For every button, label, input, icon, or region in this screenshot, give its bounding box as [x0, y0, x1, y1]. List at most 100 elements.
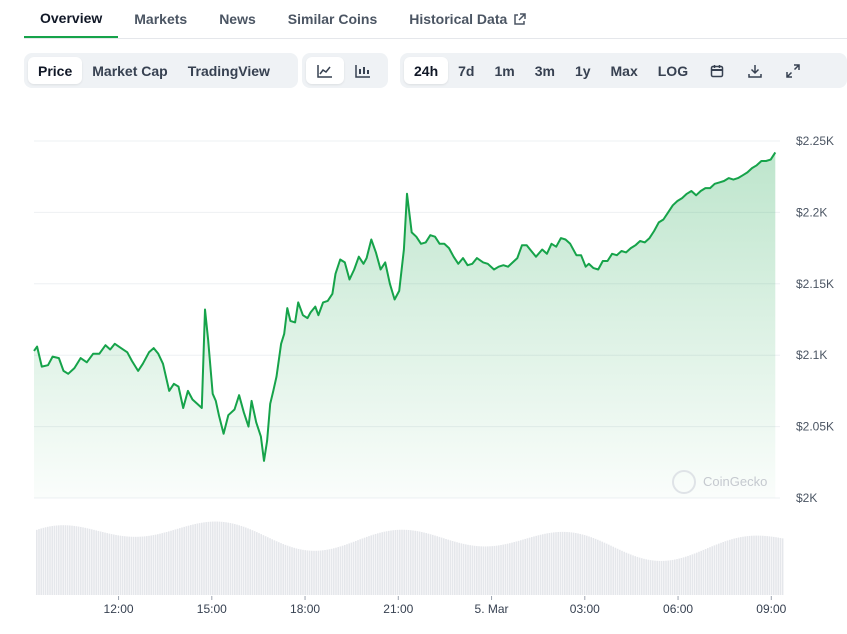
range-max-button[interactable]: Max — [601, 57, 648, 84]
volume-bar — [185, 526, 188, 595]
volume-bar — [735, 538, 738, 595]
volume-bar — [141, 536, 144, 595]
y-axis: $2K $2.05K $2.1K $2.15K $2.2K $2.25K — [796, 134, 834, 505]
volume-bar — [610, 545, 612, 595]
tab-similar-coins[interactable]: Similar Coins — [272, 0, 393, 38]
price-chart[interactable]: $2K $2.05K $2.1K $2.15K $2.2K $2.25K 12:00 15:… — [0, 100, 847, 634]
range-1m-button[interactable]: 1m — [484, 57, 524, 84]
volume-bar — [495, 545, 498, 595]
x-tick-label: 15:00 — [197, 602, 227, 616]
volume-bar — [55, 525, 58, 595]
volume-bar — [416, 531, 419, 595]
x-tick-label: 12:00 — [104, 602, 134, 616]
volume-bar — [579, 533, 581, 595]
volume-bar — [80, 526, 82, 595]
range-1y-button[interactable]: 1y — [565, 57, 601, 84]
volume-bar — [438, 536, 441, 595]
volume-bar — [535, 535, 537, 595]
volume-bar — [44, 527, 47, 595]
volume-bar — [190, 525, 192, 595]
volume-bar — [38, 529, 40, 595]
candlestick-chart-button[interactable] — [344, 57, 382, 84]
volume-bar — [245, 527, 247, 595]
volume-bar — [291, 547, 293, 595]
volume-bar — [687, 555, 689, 595]
volume-bar — [768, 536, 771, 595]
volume-bar — [77, 526, 80, 595]
price-button[interactable]: Price — [28, 57, 83, 84]
line-chart-button[interactable] — [306, 57, 344, 84]
tab-historical-data[interactable]: Historical Data — [393, 0, 542, 38]
volume-bar — [559, 531, 562, 595]
volume-bar — [570, 532, 573, 595]
volume-bar — [304, 550, 306, 595]
volume-bar — [531, 537, 533, 595]
volume-bar — [592, 538, 595, 595]
x-tick-label: 03:00 — [570, 602, 600, 616]
volume-bar — [377, 533, 379, 595]
volume-bar — [231, 523, 234, 595]
volume-bar — [469, 545, 471, 595]
volume-bar — [513, 542, 515, 595]
volume-bar — [306, 550, 309, 595]
volume-bar — [526, 538, 529, 595]
volume-bar — [759, 535, 762, 595]
volume-bar — [561, 531, 564, 595]
volume-bar — [308, 550, 311, 595]
volume-bar — [594, 538, 597, 595]
download-icon — [748, 64, 762, 78]
volume-bar — [205, 522, 207, 595]
volume-bar — [564, 531, 566, 595]
volume-bar — [773, 536, 775, 595]
volume-bar — [454, 541, 456, 595]
y-tick-label: $2.05K — [796, 420, 834, 434]
volume-bar — [102, 532, 104, 595]
volume-bar — [264, 536, 267, 595]
range-7d-button[interactable]: 7d — [448, 57, 484, 84]
market-cap-button[interactable]: Market Cap — [82, 57, 177, 84]
volume-bar — [482, 546, 485, 595]
volume-bar — [383, 531, 386, 595]
volume-bar — [484, 546, 487, 595]
volume-bar — [740, 537, 742, 595]
volume-bar — [781, 538, 784, 595]
log-scale-button[interactable]: LOG — [648, 57, 698, 84]
volume-bar — [335, 547, 337, 595]
volume-bar — [53, 525, 56, 595]
volume-bar — [381, 532, 383, 595]
volume-bar — [370, 535, 372, 595]
download-button[interactable] — [736, 57, 774, 84]
fullscreen-button[interactable] — [774, 57, 812, 84]
volume-bar — [652, 560, 654, 595]
tab-overview[interactable]: Overview — [24, 0, 119, 38]
volume-bar — [632, 555, 634, 595]
volume-bar — [319, 550, 322, 595]
volume-bar — [669, 560, 672, 595]
y-tick-label: $2K — [796, 491, 817, 505]
volume-bar — [159, 533, 161, 595]
volume-bar — [366, 536, 368, 595]
volume-bar — [337, 547, 339, 595]
volume-bars — [36, 521, 784, 595]
volume-bar — [726, 540, 729, 595]
volume-bar — [392, 530, 394, 595]
fullscreen-icon — [786, 63, 800, 78]
volume-bar — [737, 537, 740, 595]
range-24h-button[interactable]: 24h — [404, 57, 449, 84]
volume-bar — [623, 551, 625, 595]
volume-bar — [676, 559, 678, 595]
tradingview-button[interactable]: TradingView — [178, 57, 280, 84]
volume-bar — [621, 550, 623, 595]
tab-news[interactable]: News — [203, 0, 272, 38]
volume-bar — [506, 543, 509, 595]
tab-markets[interactable]: Markets — [118, 0, 203, 38]
volume-bar — [777, 537, 779, 595]
volume-bar — [658, 560, 661, 595]
volume-bar — [139, 536, 141, 595]
volume-bar — [566, 532, 568, 595]
volume-bar — [581, 534, 584, 595]
volume-bar — [328, 549, 331, 595]
calendar-button[interactable] — [698, 57, 736, 84]
range-3m-button[interactable]: 3m — [525, 57, 565, 84]
volume-bar — [731, 539, 733, 595]
